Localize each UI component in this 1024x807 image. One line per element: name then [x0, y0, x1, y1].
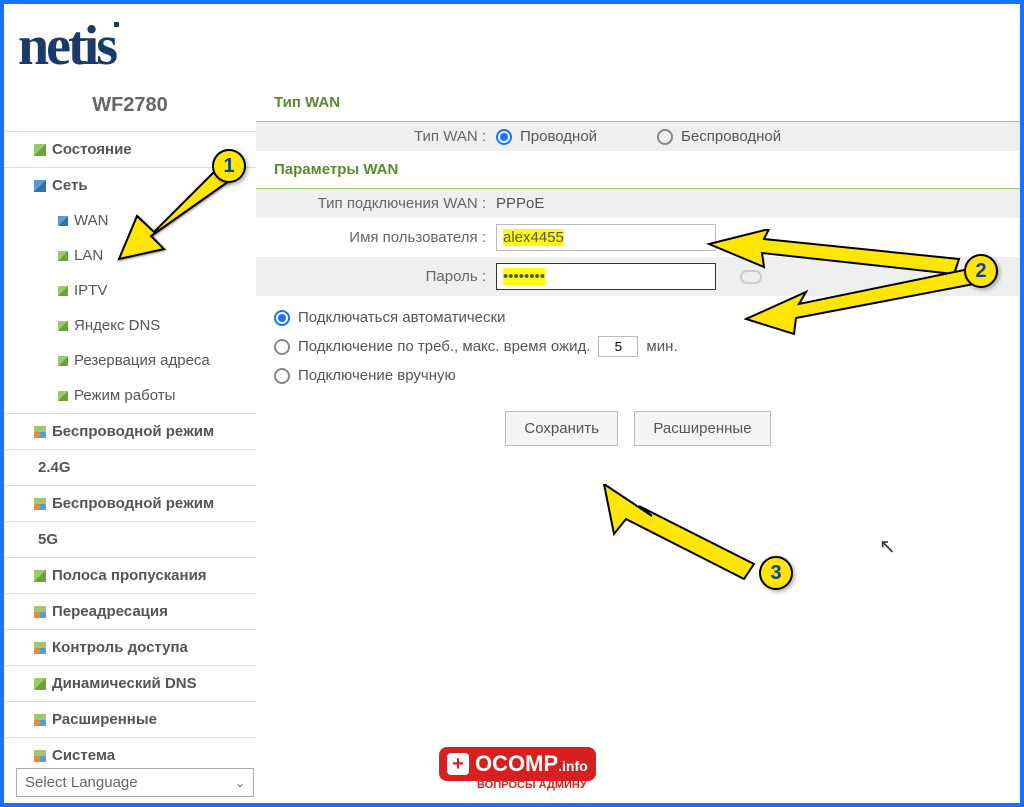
section-wan-params-title: Параметры WAN [256, 151, 1020, 189]
radio-icon [274, 339, 290, 355]
sidebar-item-label: Резервация адреса [74, 352, 210, 369]
radio-label: Подключаться автоматически [298, 309, 505, 326]
sidebar-item-label: Беспроводной режим [52, 423, 214, 440]
logo: netis [18, 14, 115, 78]
radio-icon [274, 310, 290, 326]
square-icon [58, 286, 68, 296]
password-input[interactable]: •••••••• [496, 263, 716, 290]
square-icon [58, 391, 68, 401]
radio-label: Беспроводной [681, 128, 781, 145]
radio-icon [657, 129, 673, 145]
password-label: Пароль : [256, 268, 496, 285]
conn-type-label: Тип подключения WAN : [256, 195, 496, 212]
square-icon [58, 251, 68, 261]
sidebar-item-5g[interactable]: 5G [4, 521, 256, 557]
watermark-sub: ВОПРОСЫ АДМИНУ [477, 779, 596, 791]
square-icon [34, 426, 46, 438]
unit-label: мин. [646, 338, 677, 355]
radio-wireless[interactable]: Беспроводной [657, 128, 781, 145]
input-value: •••••••• [503, 268, 545, 285]
square-icon [34, 180, 46, 192]
sidebar-item-operation-mode[interactable]: Режим работы [4, 378, 256, 413]
watermark: + OCOMP.info ВОПРОСЫ АДМИНУ [439, 747, 596, 791]
sidebar-item-advanced[interactable]: Расширенные [4, 701, 256, 737]
username-label: Имя пользователя : [256, 229, 496, 246]
watermark-text: OCOMP [475, 751, 558, 776]
radio-label: Подключение вручную [298, 367, 456, 384]
main-content: Тип WAN Тип WAN : Проводной Беспроводной… [256, 84, 1020, 803]
sidebar-item-network[interactable]: Сеть [4, 167, 256, 203]
square-icon [34, 678, 46, 690]
sidebar-item-bandwidth[interactable]: Полоса пропускания [4, 557, 256, 593]
sidebar-item-label: Динамический DNS [52, 675, 197, 692]
sidebar-item-label: Система [52, 747, 115, 764]
watermark-suffix: .info [558, 758, 588, 774]
square-icon [58, 321, 68, 331]
sidebar-item-label: Яндекс DNS [74, 317, 160, 334]
sidebar-item-label: 2.4G [38, 459, 71, 476]
language-select[interactable]: Select Language ⌄ [16, 768, 254, 797]
sidebar-item-label: Полоса пропускания [52, 567, 207, 584]
sidebar-item-wireless-24[interactable]: Беспроводной режим [4, 413, 256, 449]
sidebar-item-label: Сеть [52, 177, 88, 194]
sidebar-item-forwarding[interactable]: Переадресация [4, 593, 256, 629]
input-value: alex4455 [503, 229, 564, 246]
eye-icon[interactable] [740, 270, 762, 284]
select-value: Select Language [25, 774, 138, 791]
sidebar-item-label: Контроль доступа [52, 639, 188, 656]
sidebar-item-label: IPTV [74, 282, 107, 299]
sidebar-item-label: Расширенные [52, 711, 157, 728]
save-button[interactable]: Сохранить [505, 411, 618, 446]
sidebar-item-label: Режим работы [74, 387, 175, 404]
sidebar-item-label: 5G [38, 531, 58, 548]
sidebar-item-label: Переадресация [52, 603, 168, 620]
sidebar-item-lan[interactable]: LAN [4, 238, 256, 273]
square-icon [34, 498, 46, 510]
sidebar-item-address-reservation[interactable]: Резервация адреса [4, 343, 256, 378]
radio-auto-connect[interactable]: Подключаться автоматически [274, 304, 1020, 331]
sidebar-item-label: LAN [74, 247, 103, 264]
sidebar: WF2780 Состояние Сеть WAN LAN IPTV Яндек… [4, 84, 256, 803]
sidebar-item-label: Беспроводной режим [52, 495, 214, 512]
sidebar-item-status[interactable]: Состояние [4, 131, 256, 167]
radio-label: Подключение по треб., макс. время ожид. [298, 338, 590, 355]
radio-icon [274, 368, 290, 384]
sidebar-item-24g[interactable]: 2.4G [4, 449, 256, 485]
sidebar-item-yandex-dns[interactable]: Яндекс DNS [4, 308, 256, 343]
square-icon [34, 642, 46, 654]
radio-wired[interactable]: Проводной [496, 128, 597, 145]
square-icon [34, 750, 46, 762]
radio-label: Проводной [520, 128, 597, 145]
square-icon [34, 714, 46, 726]
square-icon [58, 356, 68, 366]
username-input[interactable]: alex4455 [496, 224, 716, 251]
sidebar-item-label: Состояние [52, 141, 132, 158]
radio-icon [496, 129, 512, 145]
advanced-button[interactable]: Расширенные [634, 411, 770, 446]
sidebar-item-iptv[interactable]: IPTV [4, 273, 256, 308]
plus-icon: + [447, 753, 469, 775]
chevron-down-icon: ⌄ [235, 776, 245, 790]
model-label: WF2780 [4, 84, 256, 131]
wan-type-label: Тип WAN : [256, 128, 496, 145]
square-icon [34, 144, 46, 156]
sidebar-item-access-control[interactable]: Контроль доступа [4, 629, 256, 665]
sidebar-item-wan[interactable]: WAN [4, 203, 256, 238]
sidebar-item-wireless-5[interactable]: Беспроводной режим [4, 485, 256, 521]
section-wan-type-title: Тип WAN [256, 84, 1020, 122]
sidebar-item-ddns[interactable]: Динамический DNS [4, 665, 256, 701]
idle-time-input[interactable] [598, 336, 638, 357]
square-icon [58, 216, 68, 226]
sidebar-item-label: WAN [74, 212, 108, 229]
square-icon [34, 606, 46, 618]
radio-manual[interactable]: Подключение вручную [274, 362, 1020, 389]
radio-on-demand[interactable]: Подключение по треб., макс. время ожид. … [274, 331, 1020, 362]
cursor-icon: ↖ [879, 534, 896, 559]
conn-type-value[interactable]: PPPoE [496, 195, 544, 212]
square-icon [34, 570, 46, 582]
